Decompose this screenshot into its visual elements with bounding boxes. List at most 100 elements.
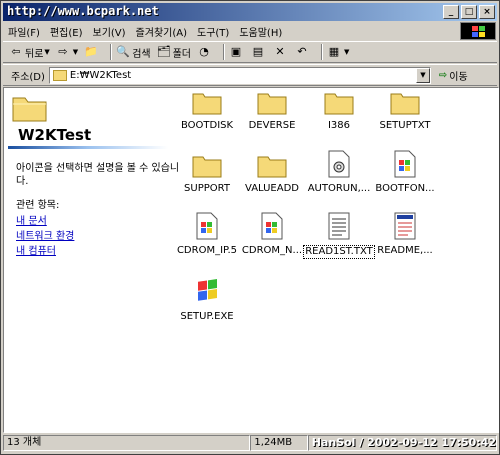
status-size: 1,24MB	[250, 435, 308, 451]
file-item[interactable]: AUTORUN,...	[303, 150, 375, 194]
folder-item[interactable]: DEVERSE	[236, 91, 308, 131]
address-dropdown-icon[interactable]: ▼	[415, 67, 430, 83]
menu-file[interactable]: 파일(F)	[3, 24, 45, 39]
forward-button[interactable]: ⇨ ▼	[56, 45, 78, 59]
folder-item[interactable]: I386	[303, 91, 375, 131]
go-arrow-icon: ⇨	[438, 69, 448, 81]
forward-dropdown-icon[interactable]: ▼	[73, 48, 78, 56]
menu-help[interactable]: 도움말(H)	[234, 24, 287, 39]
system-file-icon	[394, 150, 416, 178]
folder-icon	[192, 93, 222, 115]
forward-arrow-icon: ⇨	[58, 45, 68, 58]
copy-to-icon: ▤	[252, 45, 264, 58]
status-watermark: HanSol / 2002-09-12 17:50:42	[307, 435, 497, 451]
address-label: 주소(D)	[11, 71, 45, 83]
link-my-computer[interactable]: 내 컴퓨터	[16, 242, 56, 257]
toolbar: ⇦ 뒤로 ▼ ⇨ ▼ 📁 🔍 검색 🗂 폴더 ◔ ▣ ▤ ✕ ↶ ▦ ▼	[3, 41, 497, 63]
folder-icon	[390, 93, 420, 115]
minimize-button[interactable]: _	[443, 5, 459, 19]
status-bar: 13 개체 1,24MB HanSol / 2002-09-12 17:50:4…	[3, 435, 497, 453]
file-item[interactable]: CDROM_N...	[236, 212, 308, 256]
up-button[interactable]: 📁	[84, 45, 100, 59]
toolbar-separator	[110, 44, 113, 60]
search-icon: 🔍	[116, 45, 131, 58]
folder-up-icon: 📁	[84, 45, 99, 58]
folder-icon	[52, 69, 67, 81]
move-to-button[interactable]: ▣	[229, 45, 245, 59]
item-label: CDROM_IP.5	[176, 245, 238, 256]
folder-icon	[257, 93, 287, 115]
title-underline	[8, 146, 168, 149]
item-label: READ1ST.TXT	[303, 245, 375, 259]
folder-item[interactable]: VALUEADD	[236, 154, 308, 194]
folders-icon: 🗂	[156, 45, 171, 58]
web-view-panel: W2KTest 아이콘을 선택하면 설명을 볼 수 있습니다. 관련 항목: 내…	[4, 88, 179, 428]
item-label: BOOTDISK	[180, 120, 234, 131]
related-label: 관련 항목:	[16, 200, 60, 211]
explorer-window: http://www.bcpark.net _ □ × 파일(F) 편집(E) …	[0, 0, 500, 455]
search-label: 검색	[132, 48, 151, 60]
address-input[interactable]: E:₩W2KTest ▼	[48, 66, 431, 84]
delete-button[interactable]: ✕	[273, 45, 289, 59]
item-label: README,...	[377, 245, 433, 256]
title-bar[interactable]: http://www.bcpark.net _ □ ×	[3, 3, 497, 21]
history-button[interactable]: ◔	[197, 45, 213, 59]
item-label: CDROM_N...	[241, 245, 303, 256]
views-dropdown-icon[interactable]: ▼	[344, 48, 349, 56]
item-label: BOOTFON...	[375, 183, 435, 194]
folders-label: 폴더	[172, 48, 191, 60]
folder-item[interactable]: SUPPORT	[171, 154, 243, 194]
link-network[interactable]: 네트워크 환경	[16, 227, 74, 242]
address-bar: 주소(D) E:₩W2KTest ▼ ⇨ 이동	[3, 64, 497, 86]
menu-favorites[interactable]: 즐겨찾기(A)	[131, 24, 192, 39]
link-my-documents[interactable]: 내 문서	[16, 212, 47, 227]
menu-view[interactable]: 보기(V)	[88, 24, 131, 39]
close-button[interactable]: ×	[479, 5, 495, 19]
folder-icon	[192, 156, 222, 178]
file-item[interactable]: SETUP.EXE	[171, 278, 243, 322]
panel-description: 아이콘을 선택하면 설명을 볼 수 있습니다.	[16, 163, 180, 187]
toolbar-separator	[321, 44, 323, 60]
maximize-button[interactable]: □	[461, 5, 477, 19]
go-label: 이동	[449, 71, 468, 83]
file-item[interactable]: BOOTFON...	[369, 150, 441, 194]
menu-bar: 파일(F) 편집(E) 보기(V) 즐겨찾기(A) 도구(T) 도움말(H)	[3, 22, 463, 40]
setup-exe-icon	[198, 279, 217, 301]
status-object-count: 13 개체	[3, 435, 251, 451]
system-file-icon	[196, 212, 218, 240]
file-view: W2KTest 아이콘을 선택하면 설명을 볼 수 있습니다. 관련 항목: 내…	[3, 87, 499, 433]
move-to-icon: ▣	[230, 45, 242, 58]
text-file-icon	[328, 212, 350, 240]
system-file-icon	[261, 212, 283, 240]
go-button[interactable]: ⇨ 이동	[439, 68, 468, 83]
windows-logo-icon	[460, 22, 496, 40]
back-arrow-icon: ⇦	[11, 45, 21, 58]
file-item[interactable]: CDROM_IP.5	[171, 212, 243, 256]
large-folder-icon	[12, 97, 47, 122]
undo-button[interactable]: ↶	[295, 45, 311, 59]
toolbar-separator	[223, 44, 225, 60]
folder-icon	[257, 156, 287, 178]
back-label: 뒤로	[25, 48, 44, 60]
search-button[interactable]: 🔍 검색	[116, 45, 150, 60]
menu-edit[interactable]: 편집(E)	[45, 24, 88, 39]
folders-button[interactable]: 🗂 폴더	[157, 45, 191, 60]
folder-item[interactable]: BOOTDISK	[171, 91, 243, 131]
document-file-icon	[394, 212, 416, 240]
file-item[interactable]: README,...	[369, 212, 441, 256]
folder-title: W2KTest	[18, 126, 92, 144]
history-icon: ◔	[199, 45, 209, 58]
delete-x-icon: ✕	[275, 45, 285, 58]
menu-tools[interactable]: 도구(T)	[192, 24, 234, 39]
back-button[interactable]: ⇦ 뒤로 ▼	[9, 45, 49, 60]
address-path: E:₩W2KTest	[69, 69, 132, 81]
back-dropdown-icon[interactable]: ▼	[44, 48, 49, 56]
views-button[interactable]: ▦ ▼	[327, 45, 350, 59]
file-item-selected[interactable]: READ1ST.TXT	[303, 212, 375, 259]
folder-icon	[324, 93, 354, 115]
settings-file-icon	[328, 150, 350, 178]
folder-item[interactable]: SETUPTXT	[369, 91, 441, 131]
item-label: AUTORUN,...	[307, 183, 371, 194]
views-icon: ▦	[328, 45, 340, 58]
copy-to-button[interactable]: ▤	[251, 45, 267, 59]
